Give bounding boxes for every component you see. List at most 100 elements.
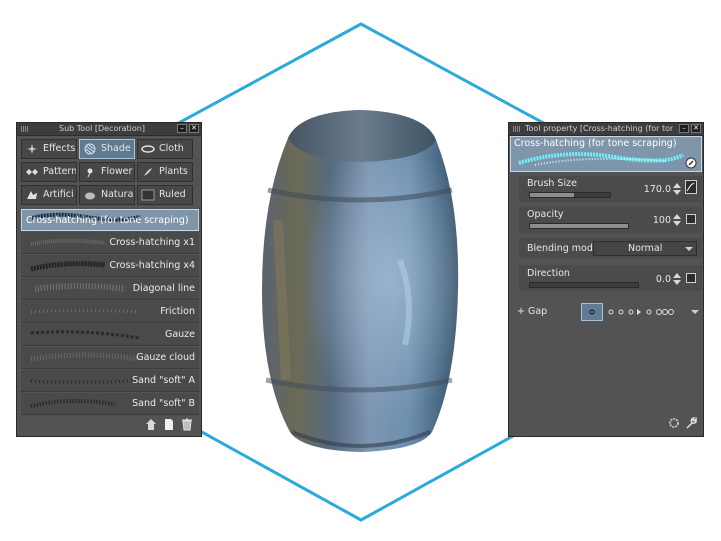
direction-value[interactable]: 0.0 [656,274,671,285]
direction-label: Direction [527,268,570,279]
minimize-button[interactable]: – [177,124,187,133]
list-item[interactable]: Cross-hatching x4 [21,255,199,277]
shade-icon [84,143,96,155]
sub-tool-title: Sub Tool [Decoration] [59,124,145,133]
brush-stroke-preview [30,352,140,362]
gap-property: + Gap [517,303,699,321]
brush-stroke-preview [30,330,140,340]
brush-name: Diagonal line [132,283,195,294]
list-item[interactable]: Friction [21,301,199,323]
tab-cloth[interactable]: Cloth [137,139,193,159]
brush-stroke-preview [30,309,140,314]
nature-icon [85,192,95,200]
list-item[interactable]: Diagonal line [21,278,199,300]
tab-label: Effects [43,143,76,154]
blending-mode-property: Blending mode Normal [519,241,699,259]
brush-name: Cross-hatching x4 [109,260,195,271]
list-item[interactable]: Cross-hatching (for tone scraping) [21,209,199,231]
flower-icon [87,168,93,178]
list-item[interactable]: Sand "soft" A [21,370,199,392]
pressure-settings-icon[interactable] [685,180,697,194]
brush-name: Gauze cloud [136,352,195,363]
brush-stroke-preview [34,283,126,292]
opacity-property: Opacity 100 [519,209,699,233]
list-item[interactable]: Gauze cloud [21,347,199,369]
tab-label: Plants [159,166,188,177]
ruled-icon [141,189,155,201]
grip-icon[interactable] [21,126,29,132]
tab-label: Artifici [43,189,74,200]
blending-mode-select[interactable]: Normal [593,241,697,256]
brush-stroke-preview [30,378,140,384]
effects-icon [27,144,37,154]
gap-label[interactable]: + Gap [517,306,547,317]
brush-size-slider[interactable] [529,192,611,198]
trash-icon[interactable] [181,418,193,431]
cloth-icon [141,145,155,153]
sub-tool-footer [145,418,195,432]
tool-property-titlebar[interactable]: Tool property [Cross-hatching (for tone … [509,123,703,136]
tab-label: Ruled [159,189,186,200]
opacity-settings-icon[interactable] [686,214,696,224]
brush-size-property: Brush Size 170.0 [519,178,699,202]
tab-ruled[interactable]: Ruled [137,185,193,205]
tab-flower[interactable]: Flower [79,162,135,182]
list-item[interactable]: Gauze [21,324,199,346]
plants-icon [144,168,152,176]
close-button[interactable]: ✕ [189,124,199,133]
slider-fill [530,224,628,228]
brush-stroke-preview [518,152,684,166]
chevron-down-icon[interactable] [691,310,699,314]
tab-effects[interactable]: Effects [21,139,77,159]
opacity-slider[interactable] [529,223,629,229]
tab-label: Natura [101,189,134,200]
tab-pattern[interactable]: Pattern [21,162,77,182]
blending-mode-value: Normal [628,243,663,254]
artificial-icon [27,191,37,199]
brush-preview: Cross-hatching (for tone scraping) [510,136,702,172]
brush-name: Gauze [164,329,195,340]
brush-size-value[interactable]: 170.0 [644,184,671,195]
sub-tool-panel: Sub Tool [Decoration] – ✕ Effects Shade … [16,122,202,437]
brush-name: Friction [160,306,195,317]
tab-label: Shade [101,143,131,154]
sub-tool-titlebar[interactable]: Sub Tool [Decoration] – ✕ [17,123,201,136]
direction-spinner[interactable] [673,272,681,286]
tab-label: Cloth [159,143,184,154]
tab-shade[interactable]: Shade [79,139,135,159]
brush-name: Sand "soft" B [132,398,195,409]
tab-artificial[interactable]: Artifici [21,185,77,205]
opacity-label: Opacity [527,209,564,220]
opacity-spinner[interactable] [673,213,681,227]
chevron-down-icon [685,247,693,251]
brush-size-spinner[interactable] [673,182,681,196]
list-item[interactable]: Cross-hatching x1 [21,232,199,254]
tab-plants[interactable]: Plants [137,162,193,182]
tab-label: Flower [101,166,133,177]
direction-slider[interactable] [529,282,639,288]
close-button[interactable]: ✕ [691,124,701,133]
brush-size-label: Brush Size [527,178,577,189]
sub-tool-settings-icon[interactable] [145,418,157,431]
direction-settings-icon[interactable] [686,273,696,283]
wrench-icon[interactable] [684,416,698,430]
tool-property-panel: Tool property [Cross-hatching (for tone … [508,122,704,437]
list-item[interactable]: Sand "soft" B [21,393,199,415]
gear-icon[interactable] [667,416,681,430]
brush-name: Cross-hatching (for tone scraping) [26,215,189,226]
tool-property-title: Tool property [Cross-hatching (for tone [525,124,673,133]
brush-settings-icon[interactable] [685,157,697,169]
tab-nature[interactable]: Natura [79,185,135,205]
new-sub-tool-icon[interactable] [163,418,175,431]
blending-mode-label: Blending mode [527,243,599,254]
minimize-button[interactable]: – [679,124,689,133]
grip-icon[interactable] [513,126,521,132]
slider-fill [530,193,574,197]
gap-option-selected[interactable] [581,303,603,321]
pattern-icon [26,169,38,175]
brush-name: Cross-hatching x1 [109,237,195,248]
opacity-value[interactable]: 100 [653,215,671,226]
gap-options-icon[interactable] [607,307,687,317]
gap-dot-icon [589,309,595,315]
tab-label: Pattern [43,166,77,177]
